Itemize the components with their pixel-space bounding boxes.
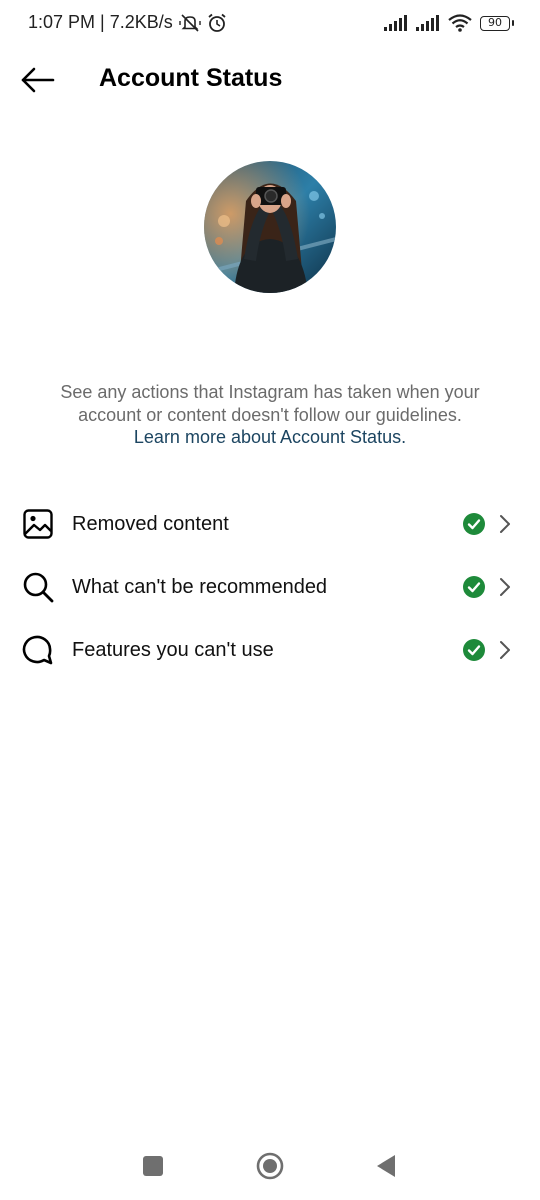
chevron-right-icon — [500, 515, 510, 533]
system-nav-bar — [0, 1140, 540, 1200]
system-back-button[interactable] — [376, 1154, 396, 1178]
learn-more-link[interactable]: Learn more about Account Status. — [134, 427, 406, 447]
avatar — [204, 161, 336, 293]
status-left: 1:07 PM | 7.2KB/s — [28, 12, 227, 33]
wifi-icon — [448, 14, 472, 32]
status-time-speed: 1:07 PM | 7.2KB/s — [28, 12, 173, 32]
list-item-label: What can't be recommended — [72, 576, 328, 598]
description: See any actions that Instagram has taken… — [30, 381, 510, 449]
status-bar: 1:07 PM | 7.2KB/s 90 — [0, 0, 540, 48]
list-item-label: Features you can't use — [72, 639, 274, 661]
alarm-icon — [207, 13, 227, 33]
header: Account Status — [0, 56, 540, 104]
recents-button[interactable] — [143, 1156, 163, 1176]
battery-icon: 90 — [480, 15, 514, 31]
status-right: 90 — [384, 14, 514, 32]
list-item-removed-content[interactable]: Removed content — [0, 493, 540, 556]
check-circle-icon — [463, 639, 485, 661]
signal-icon — [416, 15, 440, 31]
chat-bubble-icon — [22, 635, 53, 665]
screen: 1:07 PM | 7.2KB/s 90 Account Status See … — [0, 0, 540, 1200]
chevron-right-icon — [500, 578, 510, 596]
list-item-features-you-cant-use[interactable]: Features you can't use — [0, 619, 540, 682]
chevron-right-icon — [500, 641, 510, 659]
list-item-label: Removed content — [72, 513, 229, 535]
status-list: Removed content What can't be recommende… — [0, 493, 540, 682]
check-circle-icon — [463, 513, 485, 535]
vibrate-off-icon — [179, 13, 201, 33]
home-button[interactable] — [256, 1152, 284, 1180]
back-button[interactable] — [18, 62, 58, 98]
check-circle-icon — [463, 576, 485, 598]
page-title: Account Status — [99, 64, 283, 92]
description-text: See any actions that Instagram has taken… — [60, 382, 480, 425]
signal-icon — [384, 15, 408, 31]
image-icon — [23, 509, 53, 539]
list-item-what-cant-be-recommended[interactable]: What can't be recommended — [0, 556, 540, 619]
search-icon — [23, 572, 54, 603]
back-arrow-icon — [21, 67, 55, 93]
